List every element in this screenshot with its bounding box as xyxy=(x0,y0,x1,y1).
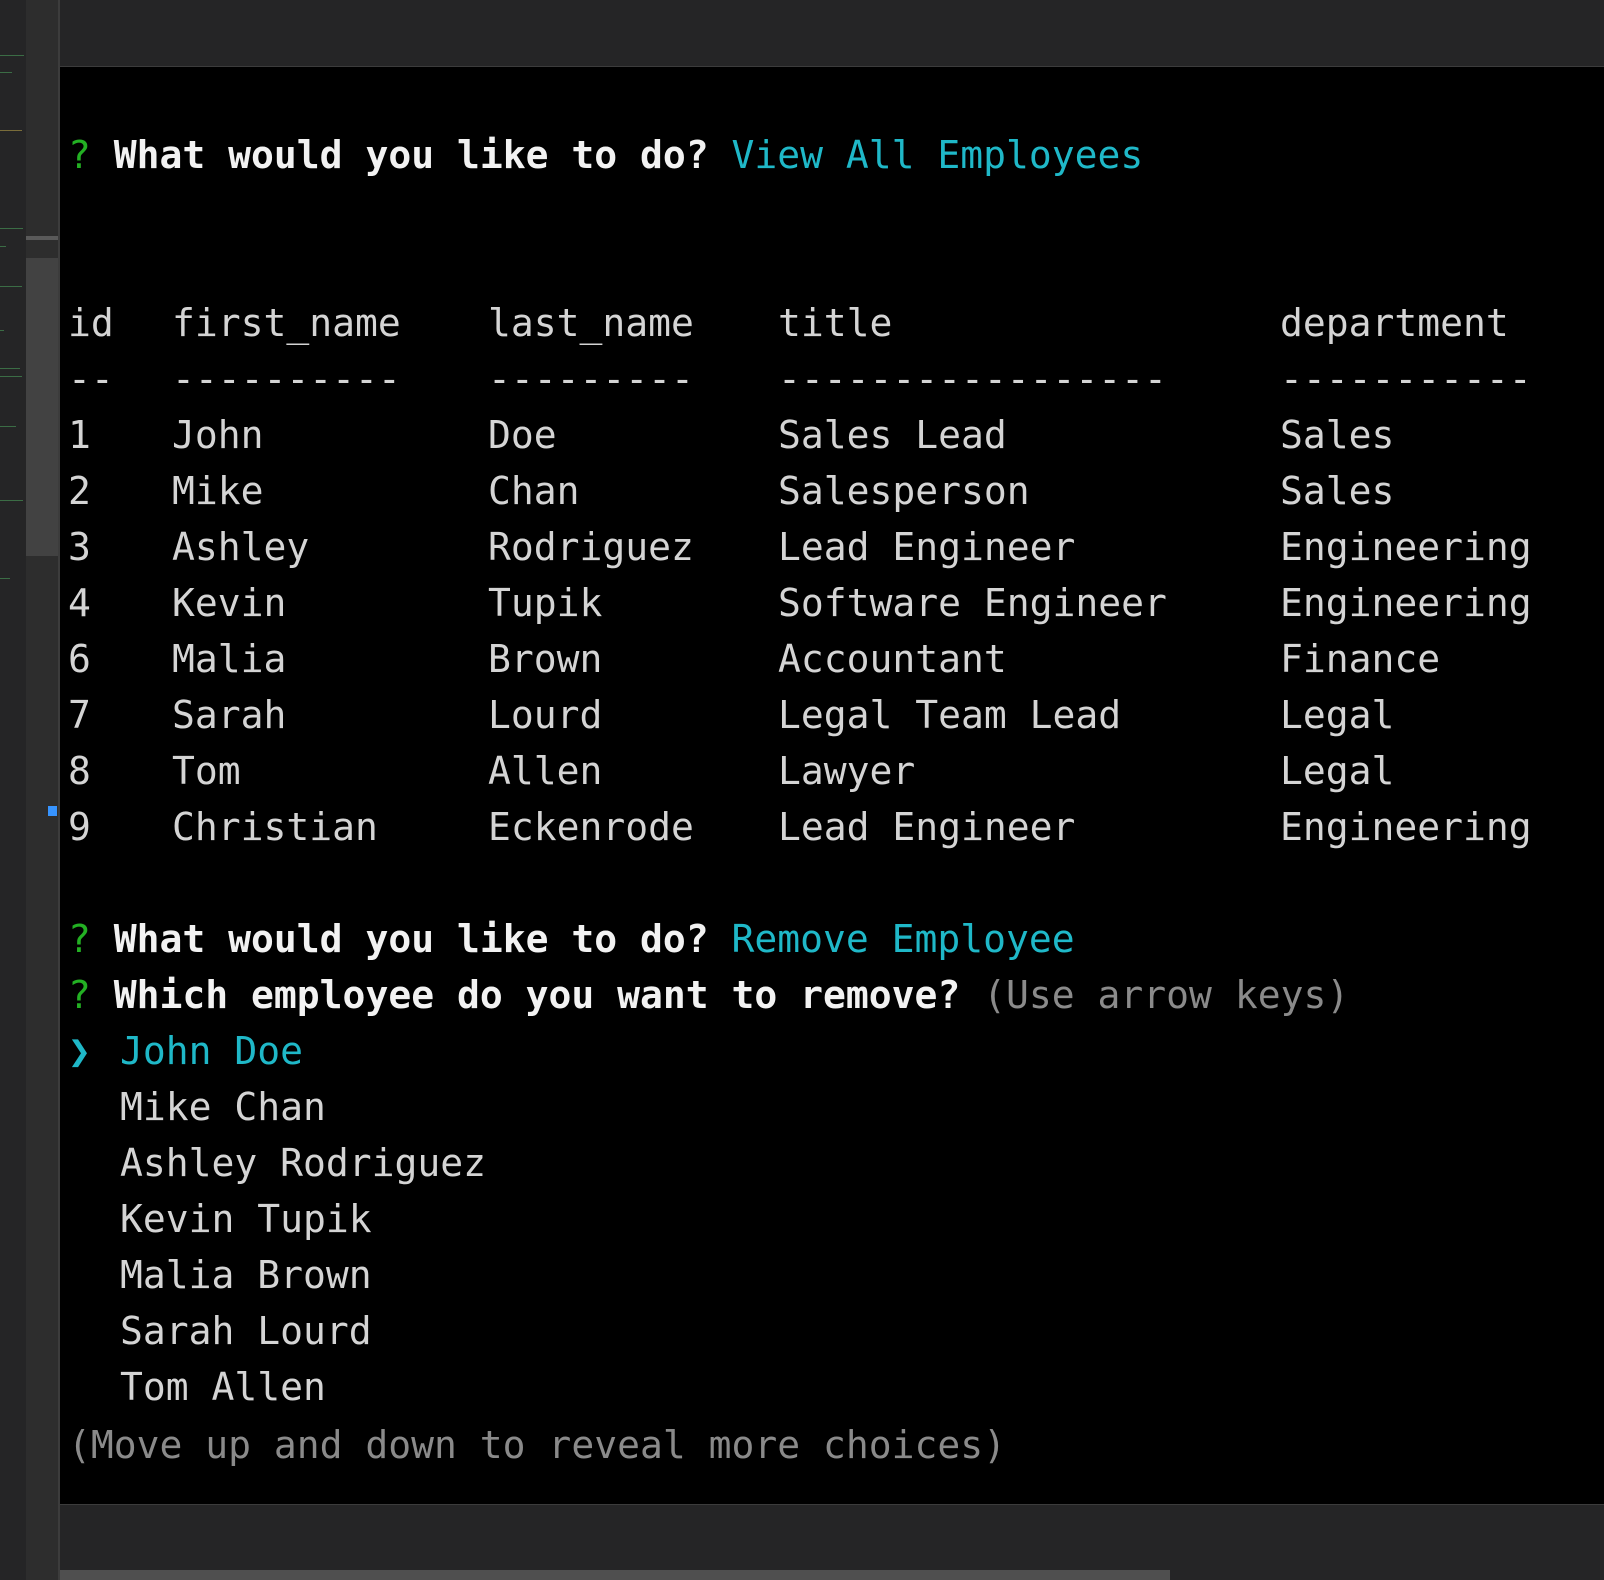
employee-choice-item[interactable]: Malia Brown xyxy=(120,1253,372,1297)
prompt-question: Which employee do you want to remove? xyxy=(113,973,961,1017)
vscode-window: ? What would you like to do? View All Em… xyxy=(0,0,1604,1580)
cell-id: 2 xyxy=(68,469,91,513)
table-separator: -- xyxy=(68,357,114,401)
table-separator: ----------- xyxy=(1280,357,1532,401)
employee-choice-item[interactable]: Mike Chan xyxy=(120,1085,326,1129)
prompt-answer: View All Employees xyxy=(731,133,1144,177)
employee-choice-item[interactable]: Tom Allen xyxy=(120,1365,326,1409)
cell-last-name: Tupik xyxy=(488,581,603,625)
employee-choice-item[interactable]: John Doe xyxy=(120,1029,303,1073)
cell-first-name: Sarah xyxy=(172,693,287,737)
cell-title: Accountant xyxy=(778,637,1007,681)
table-header-department: department xyxy=(1280,301,1509,345)
cell-title: Legal Team Lead xyxy=(778,693,1122,737)
cell-title: Software Engineer xyxy=(778,581,1167,625)
cell-last-name: Lourd xyxy=(488,693,603,737)
cell-first-name: Ashley xyxy=(172,525,310,569)
table-separator: ----------------- xyxy=(778,357,1167,401)
cell-department: Sales xyxy=(1280,413,1395,457)
cell-first-name: Kevin xyxy=(172,581,287,625)
terminal-panel-footer xyxy=(60,1504,1604,1580)
cell-id: 6 xyxy=(68,637,91,681)
cell-last-name: Brown xyxy=(488,637,603,681)
cell-title: Lead Engineer xyxy=(778,525,1076,569)
cell-title: Lawyer xyxy=(778,749,916,793)
prompt-marker: ? xyxy=(68,133,91,177)
terminal-panel-header xyxy=(60,0,1604,67)
cell-department: Legal xyxy=(1280,693,1395,737)
prompt-hint: (Use arrow keys) xyxy=(983,973,1350,1017)
editor-minimap[interactable] xyxy=(0,0,26,1580)
cell-department: Finance xyxy=(1280,637,1441,681)
cell-last-name: Chan xyxy=(488,469,580,513)
cell-first-name: Tom xyxy=(172,749,241,793)
table-header-last-name: last_name xyxy=(488,301,694,345)
cell-department: Engineering xyxy=(1280,581,1532,625)
modified-line-marker xyxy=(48,806,57,816)
cell-title: Salesperson xyxy=(778,469,1030,513)
employee-choice-item[interactable]: Ashley Rodriguez xyxy=(120,1141,486,1185)
cell-first-name: Christian xyxy=(172,805,378,849)
prompt-question: What would you like to do? xyxy=(113,133,709,177)
prompt-answer: Remove Employee xyxy=(731,917,1075,961)
cell-id: 3 xyxy=(68,525,91,569)
table-header-title: title xyxy=(778,301,893,345)
table-separator: --------- xyxy=(488,357,694,401)
choices-footer-hint: (Move up and down to reveal more choices… xyxy=(68,1423,1006,1467)
cell-last-name: Doe xyxy=(488,413,557,457)
prompt-remove: ? What would you like to do? Remove Empl… xyxy=(68,917,1075,961)
cell-last-name: Allen xyxy=(488,749,603,793)
cell-id: 1 xyxy=(68,413,91,457)
prompt-question: What would you like to do? xyxy=(113,917,709,961)
cell-last-name: Rodriguez xyxy=(488,525,694,569)
cell-title: Sales Lead xyxy=(778,413,1007,457)
selection-pointer-icon: ❯ xyxy=(68,1029,91,1073)
terminal-output[interactable]: ? What would you like to do? View All Em… xyxy=(60,67,1604,1504)
scroll-position-marker xyxy=(26,236,58,240)
editor-scrollbar-thumb[interactable] xyxy=(26,258,58,556)
table-separator: ---------- xyxy=(172,357,401,401)
table-header-id: id xyxy=(68,301,114,345)
employee-choice-item[interactable]: Sarah Lourd xyxy=(120,1309,372,1353)
cell-first-name: John xyxy=(172,413,264,457)
prompt-marker: ? xyxy=(68,973,91,1017)
cell-department: Legal xyxy=(1280,749,1395,793)
cell-id: 4 xyxy=(68,581,91,625)
cell-department: Engineering xyxy=(1280,805,1532,849)
cell-title: Lead Engineer xyxy=(778,805,1076,849)
cell-last-name: Eckenrode xyxy=(488,805,694,849)
cell-department: Sales xyxy=(1280,469,1395,513)
cell-department: Engineering xyxy=(1280,525,1532,569)
table-header-first-name: first_name xyxy=(172,301,401,345)
prompt-marker: ? xyxy=(68,917,91,961)
horizontal-scrollbar-thumb[interactable] xyxy=(60,1570,1170,1580)
cell-id: 9 xyxy=(68,805,91,849)
cell-first-name: Mike xyxy=(172,469,264,513)
cell-first-name: Malia xyxy=(172,637,287,681)
cell-id: 8 xyxy=(68,749,91,793)
prompt-which-employee: ? Which employee do you want to remove? … xyxy=(68,973,1349,1017)
prompt-view-all: ? What would you like to do? View All Em… xyxy=(68,133,1143,177)
employee-choice-item[interactable]: Kevin Tupik xyxy=(120,1197,372,1241)
cell-id: 7 xyxy=(68,693,91,737)
